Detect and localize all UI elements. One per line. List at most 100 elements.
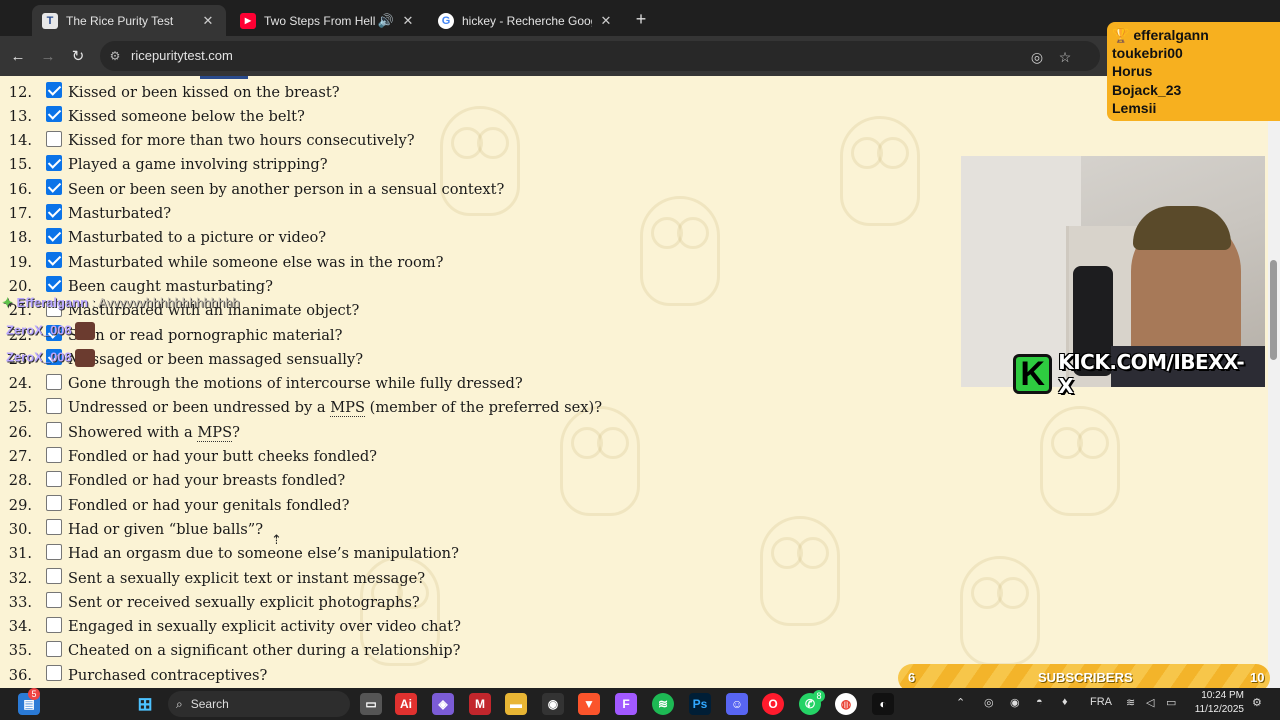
question-row[interactable]: 19. Masturbated while someone else was in… <box>0 250 443 274</box>
battery-icon[interactable]: ▭ <box>1166 696 1176 709</box>
tab-rice-purity[interactable]: T The Rice Purity Test ✕ <box>32 5 226 36</box>
question-checkbox[interactable] <box>46 568 62 584</box>
question-checkbox[interactable] <box>46 640 62 657</box>
question-row[interactable]: 13. Kissed someone below the belt? <box>0 104 305 128</box>
question-row[interactable]: 32. Sent a sexually explicit text or inst… <box>0 566 425 590</box>
browser-toolbar: ← → ↻ ⚙ ricepuritytest.com ◎ ☆ <box>0 36 1280 76</box>
forward-icon[interactable]: → <box>36 44 60 68</box>
brave-icon[interactable]: ▼ <box>578 693 600 715</box>
reload-icon[interactable]: ↻ <box>66 44 90 68</box>
question-row[interactable]: 34. Engaged in sexually explicit activity… <box>0 615 461 639</box>
question-row[interactable]: 24. Gone through the motions of intercour… <box>0 372 523 396</box>
question-row[interactable]: 35. Cheated on a significant other during… <box>0 639 460 663</box>
task-view-icon[interactable]: ▭ <box>360 693 382 715</box>
chat-text: : Avvvvvvhhhhhhhhhhhhh <box>88 295 240 310</box>
question-number: 28. <box>8 472 32 490</box>
question-checkbox[interactable] <box>46 665 62 682</box>
question-checkbox[interactable] <box>46 446 62 463</box>
question-row[interactable]: 25. Undressed or been undressed by a MPS … <box>0 396 602 420</box>
chevron-up-icon[interactable]: ⌃ <box>956 696 965 709</box>
question-row[interactable]: 16. Seen or been seen by another person i… <box>0 177 504 201</box>
question-checkbox[interactable] <box>46 82 62 98</box>
question-row[interactable]: 12. Kissed or been kissed on the breast? <box>0 80 340 104</box>
question-checkbox[interactable] <box>46 179 62 196</box>
clock[interactable]: 10:24 PM 11/12/2025 <box>1188 689 1244 717</box>
taskbar-search[interactable]: ⌕ Search <box>168 691 350 717</box>
question-row[interactable]: 30. Had or given “blue balls”? <box>0 517 263 541</box>
spotify-icon[interactable]: ≋ <box>652 693 674 715</box>
question-checkbox[interactable] <box>46 422 62 439</box>
question-checkbox[interactable] <box>46 397 62 414</box>
question-row[interactable]: 17. Masturbated? <box>0 202 171 226</box>
opera-icon[interactable]: O <box>762 693 784 715</box>
tab-google[interactable]: G hickey - Recherche Google ✕ <box>428 5 624 36</box>
illustrator-icon[interactable]: Ai <box>395 693 417 715</box>
kick-logo-icon: K <box>1013 354 1053 394</box>
site-settings-icon[interactable]: ⚙ <box>108 49 122 63</box>
mps-abbreviation[interactable]: MPS <box>330 399 365 418</box>
discord-icon[interactable]: ☺ <box>726 693 748 715</box>
question-checkbox[interactable] <box>46 373 62 390</box>
tray-app-icon[interactable]: ◉ <box>1010 696 1020 709</box>
tray-app-icon[interactable]: ◓ <box>1036 696 1043 708</box>
question-checkbox[interactable] <box>46 154 62 171</box>
address-bar[interactable]: ⚙ ricepuritytest.com ◎ ☆ <box>100 41 1100 71</box>
question-row[interactable]: 33. Sent or received sexually explicit ph… <box>0 590 420 614</box>
figma-icon[interactable]: F <box>615 693 637 715</box>
close-icon[interactable]: ✕ <box>200 13 216 29</box>
wifi-icon[interactable]: ≋ <box>1126 696 1135 709</box>
youtube-icon: ▶ <box>240 12 256 29</box>
question-checkbox[interactable] <box>46 543 62 560</box>
google-icon: G <box>438 12 454 29</box>
tab-youtube[interactable]: ▶ Two Steps From Hell - 25 Tr 🔊 ✕ <box>230 5 426 36</box>
scrollbar-thumb[interactable] <box>1270 260 1277 360</box>
new-tab-icon[interactable]: + <box>630 8 652 30</box>
question-label: Seen or been seen by another person in a… <box>68 180 505 198</box>
question-checkbox[interactable] <box>46 592 62 609</box>
chrome-icon[interactable]: ◍ <box>835 693 857 715</box>
question-row[interactable]: 29. Fondled or had your genitals fondled? <box>0 493 349 517</box>
back-icon[interactable]: ← <box>6 44 30 68</box>
eye-off-icon[interactable]: ◎ <box>1028 48 1046 66</box>
volume-icon[interactable]: ◁ <box>1146 696 1154 709</box>
mcafee-icon[interactable]: M <box>469 693 491 715</box>
close-icon[interactable]: ✕ <box>598 13 614 29</box>
app-icon[interactable]: ◐ <box>872 693 894 715</box>
question-checkbox[interactable] <box>46 130 62 147</box>
question-checkbox[interactable] <box>46 106 62 123</box>
question-checkbox[interactable] <box>46 276 62 293</box>
question-checkbox[interactable] <box>46 252 62 269</box>
notifications-icon[interactable]: ⚙ <box>1252 696 1262 709</box>
mps-abbreviation[interactable]: MPS <box>197 423 233 442</box>
close-icon[interactable]: ✕ <box>400 13 416 29</box>
question-checkbox[interactable] <box>46 227 62 244</box>
question-row[interactable]: 15. Played a game involving stripping? <box>0 153 328 177</box>
bookmark-star-icon[interactable]: ☆ <box>1056 48 1074 66</box>
question-checkbox[interactable] <box>46 470 62 487</box>
file-explorer-icon[interactable]: ▬ <box>505 693 527 715</box>
language-indicator[interactable]: FRA <box>1090 696 1112 708</box>
question-checkbox[interactable] <box>46 519 62 536</box>
speaker-icon[interactable]: 🔊 <box>378 13 394 29</box>
question-row[interactable]: 31. Had an orgasm due to someone else’s m… <box>0 542 459 566</box>
leaderboard-entry: Horus <box>1112 63 1153 80</box>
question-checkbox[interactable] <box>46 203 62 220</box>
photoshop-icon[interactable]: Ps <box>689 693 711 715</box>
question-row[interactable]: 14. Kissed for more than two hours consec… <box>0 129 415 153</box>
question-checkbox[interactable] <box>46 495 62 512</box>
tray-app-icon[interactable]: ◎ <box>984 696 994 709</box>
question-row[interactable]: 26. Showered with a MPS? <box>0 420 240 444</box>
kick-channel-banner: K KICK.COM/IBEXX-X <box>1013 350 1253 398</box>
question-row[interactable]: 18. Masturbated to a picture or video? <box>0 226 326 250</box>
question-row[interactable]: 36. Purchased contraceptives? <box>0 663 267 687</box>
question-label: Sent or received sexually explicit photo… <box>68 593 420 611</box>
scrollbar[interactable] <box>1268 76 1280 688</box>
question-label: Played a game involving stripping? <box>68 156 328 174</box>
obs-icon[interactable]: ◉ <box>542 693 564 715</box>
question-row[interactable]: 27. Fondled or had your butt cheeks fondl… <box>0 445 377 469</box>
copilot-icon[interactable]: ◈ <box>432 693 454 715</box>
question-checkbox[interactable] <box>46 616 62 633</box>
tray-app-icon[interactable]: ♦ <box>1062 696 1068 708</box>
start-icon[interactable]: ⊞ <box>134 693 156 715</box>
question-row[interactable]: 28. Fondled or had your breasts fondled? <box>0 469 345 493</box>
